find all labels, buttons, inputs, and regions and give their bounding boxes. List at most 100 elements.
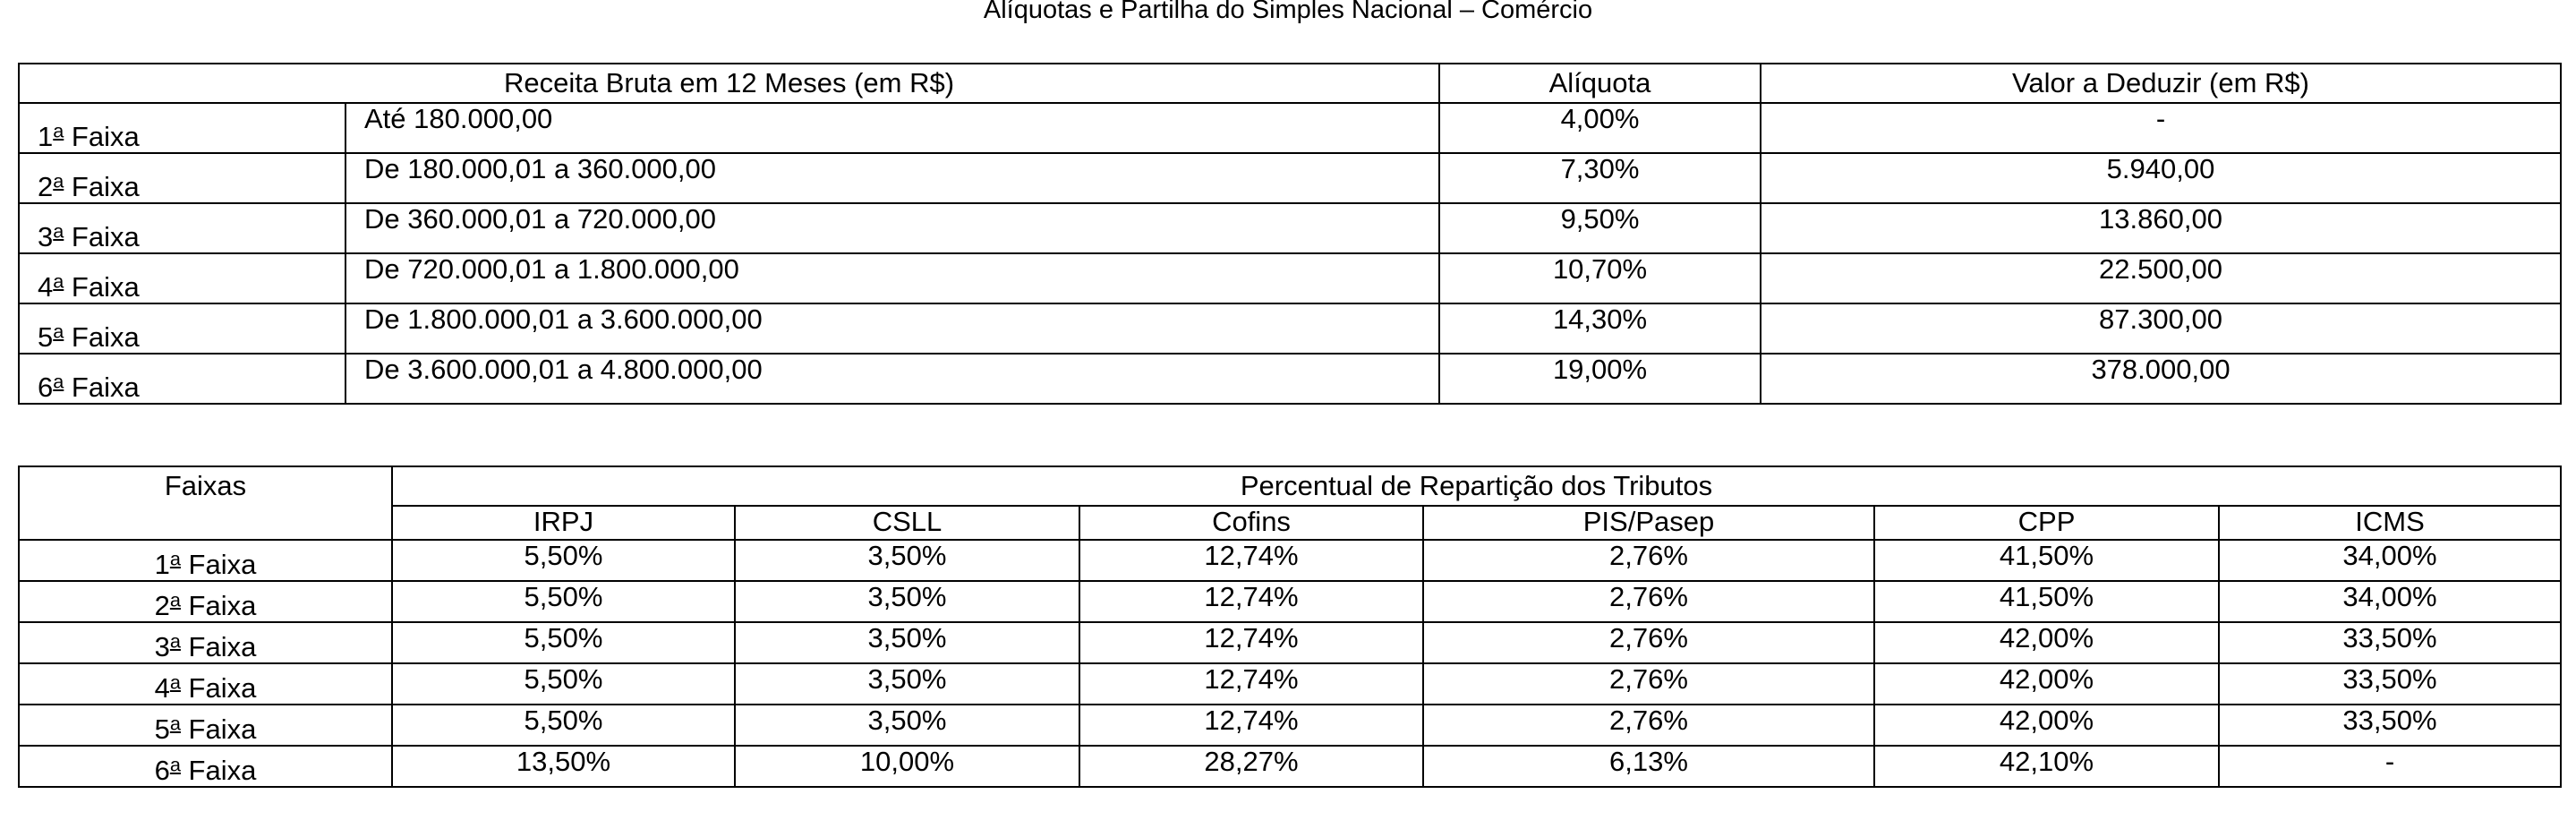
table-row: 2a Faixa De 180.000,01 a 360.000,00 7,30… <box>18 152 2563 204</box>
faixa-number: 6 <box>154 755 170 786</box>
deduzir-value: 5.940,00 <box>1760 152 2563 204</box>
faixa-number: 2 <box>154 590 170 621</box>
faixa-word: Faixa <box>180 549 257 580</box>
table-row: 1a Faixa Até 180.000,00 4,00% - <box>18 102 2563 154</box>
table-row: 3a Faixa 5,50% 3,50% 12,74% 2,76% 42,00%… <box>18 621 2562 664</box>
faixa-ordinal: a <box>169 588 181 611</box>
aliquota-value: 7,30% <box>1438 152 1762 204</box>
aliquota-value: 9,50% <box>1438 202 1762 254</box>
faixa-number: 4 <box>154 672 170 704</box>
faixa-label: 5a Faixa <box>18 303 346 354</box>
cofins-value: 12,74% <box>1079 580 1424 623</box>
faixa-word: Faixa <box>180 631 257 662</box>
faixa-label: 6a Faixa <box>18 353 346 405</box>
irpj-value: 5,50% <box>391 539 736 582</box>
faixa-label: 2a Faixa <box>18 152 346 204</box>
faixa-label: 2a Faixa <box>18 580 393 623</box>
faixa-number: 5 <box>38 321 54 353</box>
icms-value: - <box>2218 745 2562 788</box>
receita-range: De 720.000,01 a 1.800.000,00 <box>344 252 1441 304</box>
repartição-table: Faixas Percentual de Repartição dos Trib… <box>18 466 2562 788</box>
aliquota-value: 10,70% <box>1438 252 1762 304</box>
faixa-label: 6a Faixa <box>18 745 393 788</box>
faixa-ordinal: a <box>169 671 181 694</box>
cpp-value: 41,50% <box>1873 580 2220 623</box>
irpj-value: 5,50% <box>391 621 736 664</box>
faixa-label: 3a Faixa <box>18 202 346 254</box>
faixa-label: 3a Faixa <box>18 621 393 664</box>
faixa-ordinal: a <box>53 169 64 192</box>
faixa-label: 1a Faixa <box>18 539 393 582</box>
pis-pasep-value: 2,76% <box>1422 662 1875 705</box>
receita-range: Até 180.000,00 <box>344 102 1441 154</box>
csll-value: 3,50% <box>734 662 1080 705</box>
repartição-column-header-row: IRPJ CSLL Cofins PIS/Pasep CPP ICMS <box>19 505 2562 541</box>
table-row: 1a Faixa 5,50% 3,50% 12,74% 2,76% 41,50%… <box>18 539 2562 582</box>
cpp-value: 42,00% <box>1873 662 2220 705</box>
faixa-label: 1a Faixa <box>18 102 346 154</box>
aliquota-value: 14,30% <box>1438 303 1762 354</box>
csll-header: CSLL <box>734 505 1080 541</box>
pis-pasep-value: 2,76% <box>1422 539 1875 582</box>
faixa-ordinal: a <box>53 119 64 142</box>
table-row: 3a Faixa De 360.000,01 a 720.000,00 9,50… <box>18 202 2563 254</box>
icms-header: ICMS <box>2218 505 2562 541</box>
faixa-word: Faixa <box>64 321 140 353</box>
cpp-header: CPP <box>1873 505 2220 541</box>
cpp-value: 42,10% <box>1873 745 2220 788</box>
csll-value: 3,50% <box>734 704 1080 747</box>
faixa-ordinal: a <box>169 712 181 735</box>
faixa-word: Faixa <box>180 755 257 786</box>
cofins-value: 12,74% <box>1079 621 1424 664</box>
faixa-ordinal: a <box>53 219 64 243</box>
faixa-number: 1 <box>38 121 54 152</box>
receita-range: De 360.000,01 a 720.000,00 <box>344 202 1441 254</box>
table-row: 5a Faixa 5,50% 3,50% 12,74% 2,76% 42,00%… <box>18 704 2562 747</box>
cofins-value: 12,74% <box>1079 704 1424 747</box>
faixa-label: 4a Faixa <box>18 252 346 304</box>
faixas-header: Faixas <box>18 466 393 541</box>
faixa-word: Faixa <box>180 713 257 745</box>
pis-pasep-value: 2,76% <box>1422 580 1875 623</box>
icms-value: 34,00% <box>2218 580 2562 623</box>
document-title: Alíquotas e Partilha do Simples Nacional… <box>983 0 1593 24</box>
table-row: 4a Faixa De 720.000,01 a 1.800.000,00 10… <box>18 252 2563 304</box>
faixa-number: 3 <box>38 221 54 252</box>
pis-pasep-value: 6,13% <box>1422 745 1875 788</box>
deduzir-value: 87.300,00 <box>1760 303 2563 354</box>
aliquota-header: Alíquota <box>1438 63 1762 104</box>
faixa-ordinal: a <box>169 753 181 776</box>
table-row: 6a Faixa De 3.600.000,01 a 4.800.000,00 … <box>18 353 2563 405</box>
cpp-value: 42,00% <box>1873 704 2220 747</box>
csll-value: 10,00% <box>734 745 1080 788</box>
deduzir-value: 378.000,00 <box>1760 353 2563 405</box>
irpj-value: 13,50% <box>391 745 736 788</box>
cpp-value: 42,00% <box>1873 621 2220 664</box>
faixa-ordinal: a <box>169 547 181 570</box>
faixa-word: Faixa <box>180 672 257 704</box>
aliquota-value: 4,00% <box>1438 102 1762 154</box>
faixa-word: Faixa <box>64 372 140 403</box>
icms-value: 34,00% <box>2218 539 2562 582</box>
cofins-value: 12,74% <box>1079 539 1424 582</box>
cpp-value: 41,50% <box>1873 539 2220 582</box>
cofins-value: 12,74% <box>1079 662 1424 705</box>
faixa-number: 5 <box>154 713 170 745</box>
faixa-ordinal: a <box>53 269 64 293</box>
table-row: 4a Faixa 5,50% 3,50% 12,74% 2,76% 42,00%… <box>18 662 2562 705</box>
faixa-number: 4 <box>38 271 54 303</box>
cofins-value: 28,27% <box>1079 745 1424 788</box>
table-row: 2a Faixa 5,50% 3,50% 12,74% 2,76% 41,50%… <box>18 580 2562 623</box>
faixa-word: Faixa <box>64 271 140 303</box>
faixa-ordinal: a <box>53 370 64 393</box>
deduzir-value: 22.500,00 <box>1760 252 2563 304</box>
receita-range: De 1.800.000,01 a 3.600.000,00 <box>344 303 1441 354</box>
aliquotas-table: Receita Bruta em 12 Meses (em R$) Alíquo… <box>17 63 2563 405</box>
deduzir-value: - <box>1760 102 2563 154</box>
deduzir-value: 13.860,00 <box>1760 202 2563 254</box>
irpj-value: 5,50% <box>391 580 736 623</box>
csll-value: 3,50% <box>734 580 1080 623</box>
csll-value: 3,50% <box>734 621 1080 664</box>
icms-value: 33,50% <box>2218 662 2562 705</box>
irpj-value: 5,50% <box>391 662 736 705</box>
